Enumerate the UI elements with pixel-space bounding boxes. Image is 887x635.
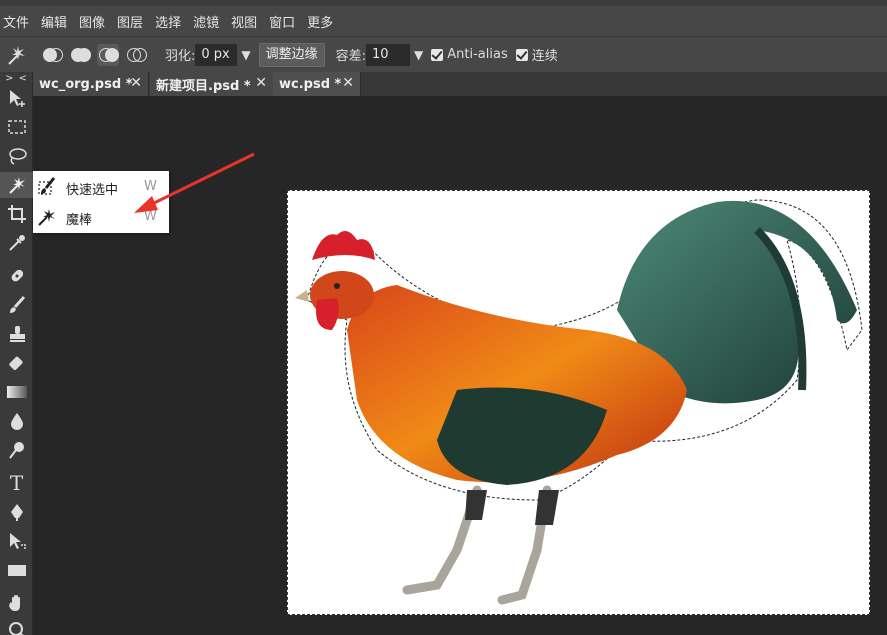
eraser-tool-icon[interactable]: [0, 350, 33, 376]
intersect-selection-icon[interactable]: [125, 44, 147, 66]
flyout-shortcut: W: [144, 209, 157, 224]
rectangle-tool-icon[interactable]: [0, 557, 33, 583]
antialias-checkbox[interactable]: [431, 48, 444, 61]
rooster-image: [295, 199, 863, 605]
flyout-item-quick-selection[interactable]: 快速选中 W: [33, 173, 169, 201]
subtract-from-selection-icon[interactable]: [97, 43, 119, 66]
new-selection-icon[interactable]: [41, 44, 63, 66]
tab-new-project[interactable]: 新建项目.psd * ✕: [150, 72, 274, 96]
zoom-tool-icon[interactable]: [0, 617, 33, 635]
tolerance-dropdown-icon[interactable]: ▼: [414, 48, 423, 62]
menu-select[interactable]: 选择: [152, 12, 190, 31]
gradient-tool-icon[interactable]: [0, 379, 33, 405]
flyout-label: 快速选中: [66, 183, 119, 198]
blur-tool-icon[interactable]: [0, 408, 33, 434]
selection-tool-flyout: 快速选中 W 魔棒 W: [33, 171, 169, 233]
menu-bar: 文件 编辑 图像 图层 选择 滤镜 视图 窗口 更多: [0, 6, 887, 36]
close-icon[interactable]: ✕: [342, 75, 354, 91]
flyout-item-magic-wand[interactable]: 魔棒 W: [33, 203, 169, 231]
magic-wand-tool-icon[interactable]: [0, 172, 33, 198]
magic-wand-icon: [37, 207, 57, 227]
menu-view[interactable]: 视图: [228, 12, 266, 31]
flyout-label: 魔棒: [66, 213, 93, 228]
tools-panel: > < T: [0, 72, 33, 635]
quick-selection-icon: [37, 177, 57, 197]
menu-filter[interactable]: 滤镜: [190, 12, 228, 31]
menu-image[interactable]: 图像: [76, 12, 114, 31]
brush-tool-icon[interactable]: [0, 292, 33, 318]
path-selection-tool-icon[interactable]: [0, 528, 33, 554]
clone-stamp-tool-icon[interactable]: [0, 321, 33, 347]
tab-label: 新建项目.psd *: [156, 78, 251, 94]
marquee-tool-icon[interactable]: [0, 114, 33, 140]
add-to-selection-icon[interactable]: [69, 44, 91, 66]
flyout-shortcut: W: [144, 179, 157, 194]
feather-dropdown-icon[interactable]: ▼: [241, 48, 250, 62]
pen-tool-icon[interactable]: [0, 499, 33, 525]
tolerance-input[interactable]: 10: [366, 43, 411, 66]
hand-tool-icon[interactable]: [0, 590, 33, 616]
refine-edge-button[interactable]: 调整边缘: [258, 42, 325, 67]
lasso-tool-icon[interactable]: [0, 143, 33, 169]
eyedropper-tool-icon[interactable]: [0, 230, 33, 256]
tolerance-label: 容差:: [335, 49, 367, 64]
magic-wand-icon[interactable]: [5, 44, 27, 66]
menu-edit[interactable]: 编辑: [38, 12, 76, 31]
menu-file[interactable]: 文件: [0, 12, 38, 31]
feather-label: 羽化:: [165, 49, 196, 64]
crop-tool-icon[interactable]: [0, 201, 33, 227]
close-icon[interactable]: ✕: [130, 75, 142, 91]
contiguous-label: 连续: [531, 49, 558, 64]
menu-layer[interactable]: 图层: [114, 12, 152, 31]
tab-wc-active[interactable]: wc.psd * ✕: [273, 72, 361, 96]
dodge-tool-icon[interactable]: [0, 437, 33, 463]
close-icon[interactable]: ✕: [255, 75, 267, 91]
contiguous-checkbox[interactable]: [515, 48, 528, 61]
feather-input[interactable]: 0 px: [195, 43, 238, 66]
tab-wc-org[interactable]: wc_org.psd * ✕: [33, 72, 149, 96]
healing-brush-tool-icon[interactable]: [0, 263, 33, 289]
text-tool-icon[interactable]: T: [0, 470, 33, 496]
antialias-label: Anti-alias: [447, 47, 508, 62]
tab-label: wc_org.psd *: [39, 76, 133, 92]
document-tabs: wc_org.psd * ✕ 新建项目.psd * ✕ wc.psd * ✕: [33, 72, 887, 96]
options-bar: 羽化: 0 px ▼ 调整边缘 容差: 10 ▼ Anti-alias 连续: [0, 36, 887, 72]
tab-label: wc.psd *: [279, 76, 342, 92]
move-tool-icon[interactable]: [0, 85, 33, 111]
collapse-toolbar-icon[interactable]: > <: [0, 72, 33, 84]
document-canvas[interactable]: [287, 190, 870, 615]
menu-more[interactable]: 更多: [304, 12, 342, 31]
menu-window[interactable]: 窗口: [266, 12, 304, 31]
